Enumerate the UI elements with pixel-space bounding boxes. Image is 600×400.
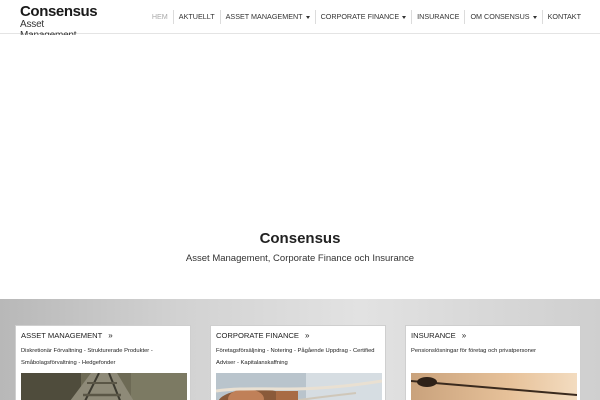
railway-track-photo[interactable] — [21, 373, 187, 400]
hero-title: Consensus — [259, 230, 341, 247]
nav-item-aktuellt[interactable]: AKTUELLT — [172, 10, 220, 24]
site-header: Consensus Asset Management HEM AKTUELLT … — [0, 0, 600, 41]
logo[interactable]: Consensus Asset Management — [20, 3, 98, 41]
nav-item-label: OM CONSENSUS — [470, 12, 530, 21]
double-chevron-right-icon: » — [108, 330, 113, 340]
nav-item-label: HEM — [151, 12, 168, 21]
nav-item-label: KONTAKT — [547, 12, 581, 21]
logo-main-text: Consensus — [20, 3, 98, 20]
card-title: ASSET MANAGEMENT — [21, 331, 103, 340]
hero-subtitle: Asset Management, Corporate Finance och … — [185, 253, 415, 264]
main-navigation: HEM AKTUELLT ASSET MANAGEMENT CORPORATE … — [147, 9, 586, 25]
nav-item-label: AKTUELLT — [178, 12, 215, 21]
nav-item-asset-management[interactable]: ASSET MANAGEMENT — [219, 10, 315, 24]
card-title-link[interactable]: INSURANCE » — [411, 331, 466, 340]
double-chevron-right-icon: » — [304, 330, 310, 340]
card-title: CORPORATE FINANCE — [216, 331, 299, 340]
nav-item-label: ASSET MANAGEMENT — [225, 12, 303, 21]
card-description: Företagsförsäljning - Notering - Pågåend… — [216, 348, 375, 366]
nav-item-kontakt[interactable]: KONTAKT — [541, 10, 586, 24]
nav-item-hem[interactable]: HEM — [147, 10, 173, 24]
hero-section: Consensus Asset Management, Corporate Fi… — [0, 35, 600, 299]
card-title: INSURANCE — [411, 331, 456, 340]
nav-item-corporate-finance[interactable]: CORPORATE FINANCE — [314, 10, 412, 24]
card-title-link[interactable]: CORPORATE FINANCE » — [216, 331, 309, 340]
caret-down-icon — [305, 15, 310, 19]
card-description: Pensionslösningar för företag och privat… — [411, 348, 537, 354]
nav-item-label: CORPORATE FINANCE — [320, 12, 400, 21]
double-chevron-right-icon: » — [461, 330, 467, 340]
service-card-insurance[interactable]: INSURANCE » Pensionslösningar för företa… — [405, 325, 581, 400]
card-description: Diskretionär Förvaltning - Strukturerade… — [21, 348, 153, 366]
nav-item-insurance[interactable]: INSURANCE — [411, 10, 464, 24]
nav-item-label: INSURANCE — [417, 12, 460, 21]
nav-item-om-consensus[interactable]: OM CONSENSUS — [464, 10, 541, 24]
service-card-corporate-finance[interactable]: CORPORATE FINANCE » Företagsförsäljning … — [210, 325, 386, 400]
service-card-asset-management[interactable]: ASSET MANAGEMENT » Diskretionär Förvaltn… — [15, 325, 191, 400]
card-title-link[interactable]: ASSET MANAGEMENT » — [21, 331, 113, 340]
caret-down-icon — [532, 15, 537, 19]
rope-climbing-photo[interactable] — [216, 373, 382, 400]
caret-down-icon — [402, 15, 407, 19]
services-band: ASSET MANAGEMENT » Diskretionär Förvaltn… — [0, 299, 600, 400]
paddle-sunset-photo[interactable] — [411, 373, 577, 400]
